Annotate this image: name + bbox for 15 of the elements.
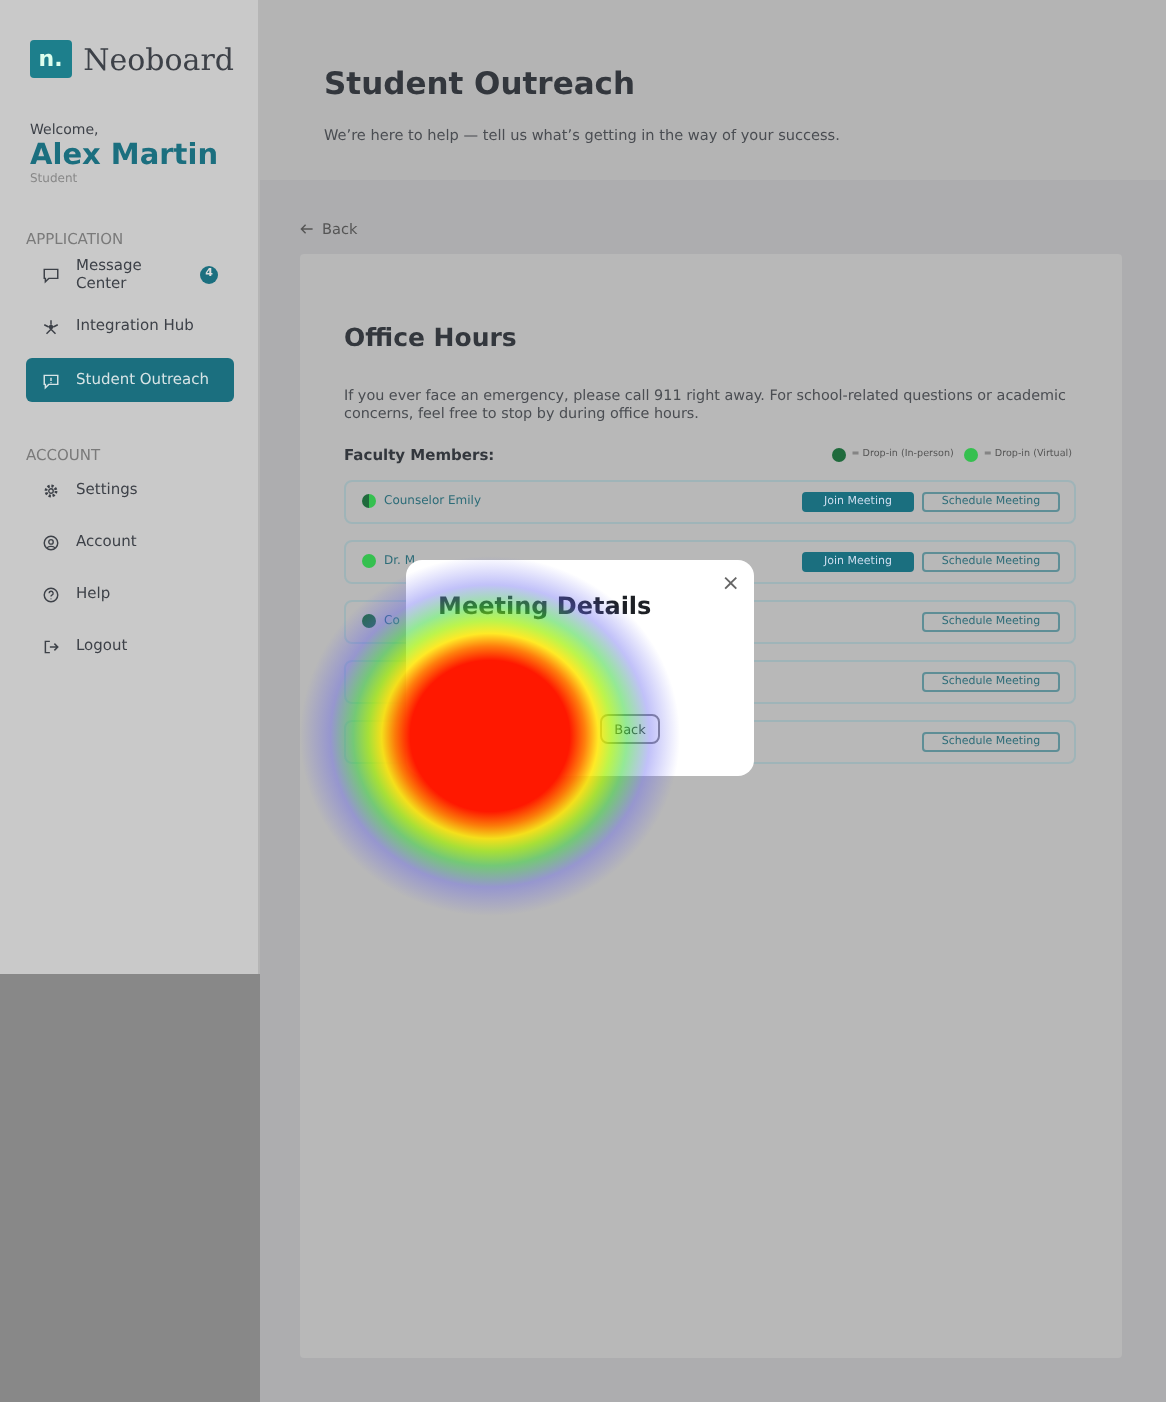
chat-alert-icon (42, 371, 60, 389)
dialog-title: Meeting Details (438, 592, 654, 620)
section-title: Office Hours (344, 322, 519, 352)
logout-icon (42, 637, 60, 655)
settings-icon (42, 481, 60, 499)
network-icon (42, 317, 60, 335)
chat-bubble-icon (42, 265, 60, 283)
user-name: Alex Martin (30, 140, 221, 172)
user-icon (42, 533, 60, 551)
left-arrow-icon (300, 221, 314, 235)
logo: n. (30, 40, 72, 78)
brand-name: Neoboard (83, 41, 234, 77)
page-title: Student Outreach (324, 66, 638, 102)
close-button[interactable]: × (721, 570, 740, 596)
help-icon (42, 585, 60, 603)
